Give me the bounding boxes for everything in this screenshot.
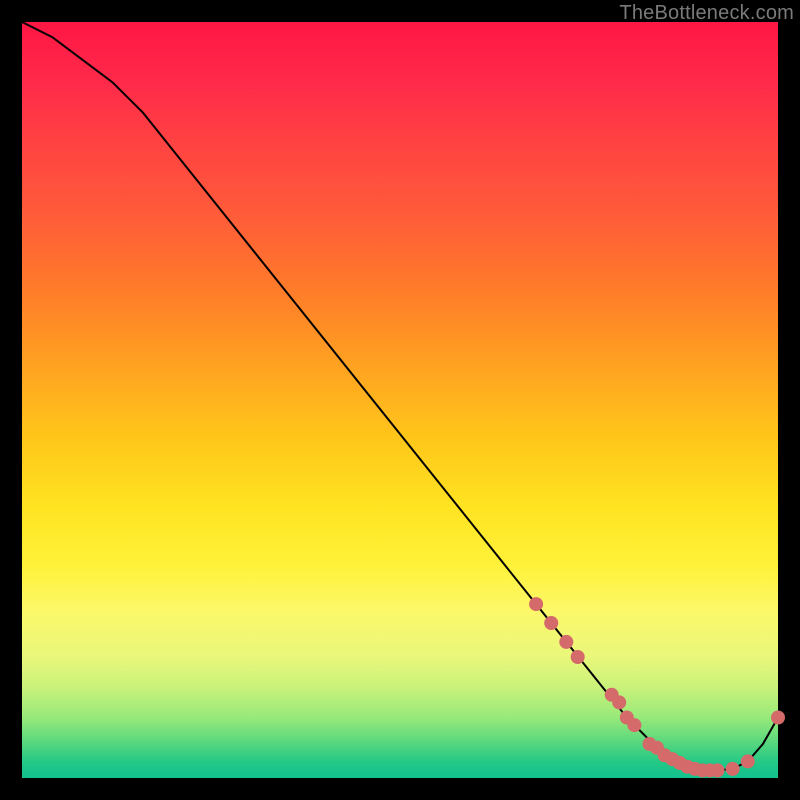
curve-marker: [612, 695, 626, 709]
curve-marker: [711, 763, 725, 777]
curve-marker: [544, 616, 558, 630]
curve-layer: [22, 22, 778, 778]
watermark-label: TheBottleneck.com: [619, 2, 794, 25]
curve-marker: [771, 711, 785, 725]
curve-markers: [529, 597, 785, 777]
curve-marker: [627, 718, 641, 732]
curve-marker: [529, 597, 543, 611]
bottleneck-curve: [22, 22, 778, 770]
curve-marker: [741, 754, 755, 768]
curve-marker: [559, 635, 573, 649]
chart-stage: TheBottleneck.com: [0, 0, 800, 800]
curve-marker: [571, 650, 585, 664]
curve-marker: [726, 762, 740, 776]
